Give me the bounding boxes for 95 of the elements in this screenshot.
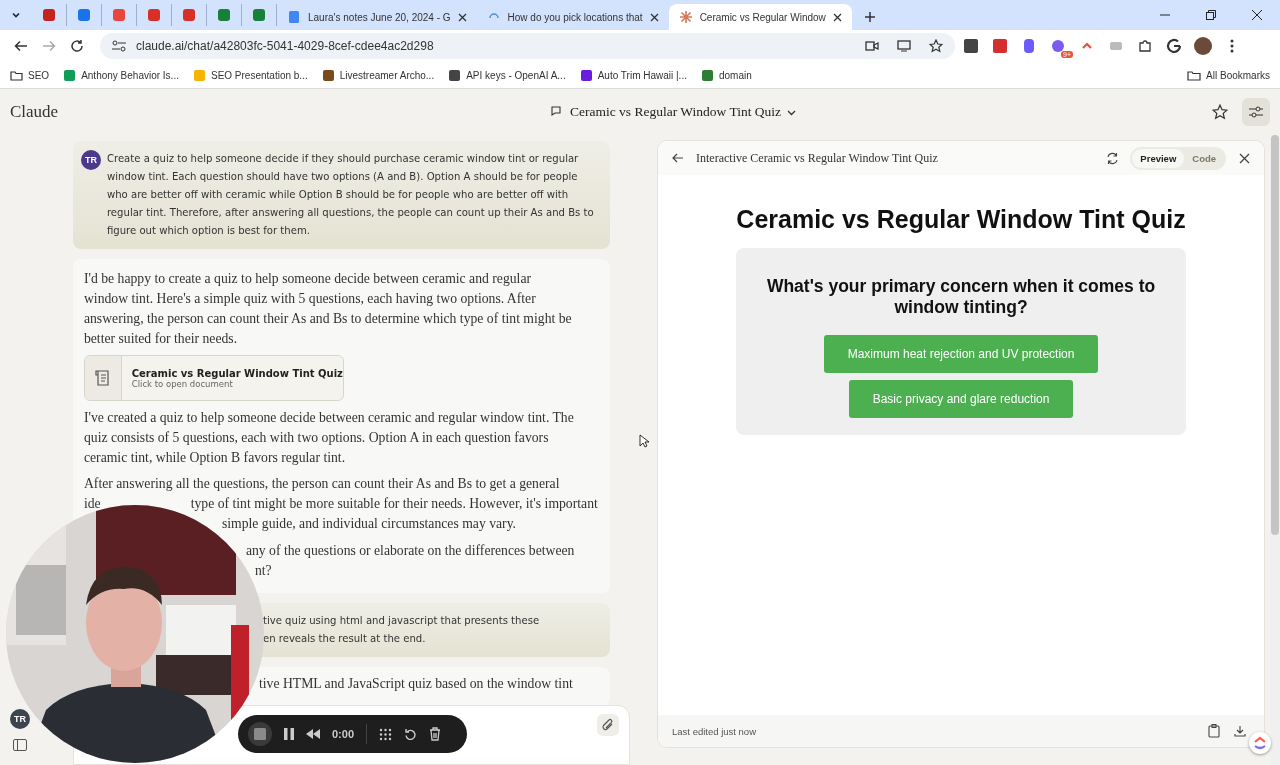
- settings-button[interactable]: [1242, 98, 1270, 126]
- browser-tab[interactable]: How do you pick locations that: [476, 4, 669, 30]
- message-text: en reveals the result at the end.: [262, 632, 427, 646]
- puzzle-icon[interactable]: [1138, 39, 1152, 53]
- view-tab[interactable]: Preview: [1132, 148, 1185, 168]
- browser-tab[interactable]: Laura's notes June 20, 2024 - G: [277, 4, 477, 30]
- favicon-icon: [192, 68, 206, 82]
- attach-button[interactable]: [597, 714, 620, 736]
- close-tab-icon[interactable]: [457, 12, 467, 22]
- favicon-icon: [321, 68, 335, 82]
- browser-tab[interactable]: Ceramic vs Regular Window: [668, 4, 852, 30]
- artifact-title: Interactive Ceramic vs Regular Window Tint Quiz: [696, 150, 938, 166]
- bookmark[interactable]: domain: [700, 68, 752, 82]
- message-text: type of tint might be more suitable for their needs. However, it's important: [190, 495, 598, 513]
- message-text: simple guide, and individual circumstances may vary.: [221, 515, 516, 533]
- favicon-icon: [678, 10, 693, 24]
- message-text: ide: [83, 495, 101, 513]
- message-text: any of the questions or elaborate on the differences between: [245, 542, 575, 560]
- back-icon[interactable]: [14, 39, 28, 53]
- favicon-icon: [63, 68, 77, 82]
- document-icon: [93, 369, 112, 387]
- recording-time: 0:00: [332, 728, 355, 740]
- favicon-icon: [182, 8, 196, 22]
- bookmark-folder[interactable]: All Bookmarks: [1187, 68, 1270, 82]
- floating-app-button[interactable]: [1249, 732, 1271, 754]
- camera-icon[interactable]: [865, 40, 879, 52]
- document-card[interactable]: Ceramic vs Regular Window Tint Quiz Click to open document: [83, 355, 344, 401]
- sidebar-icon[interactable]: [12, 739, 27, 751]
- last-edited-text: Last edited just now: [672, 725, 756, 737]
- favicon-icon: [448, 68, 462, 82]
- install-icon[interactable]: [897, 40, 911, 52]
- folder-icon: [10, 68, 23, 82]
- favicon-icon: [252, 8, 266, 22]
- reload-icon[interactable]: [70, 39, 84, 53]
- profile-avatar[interactable]: [1194, 37, 1212, 55]
- close-tab-icon[interactable]: [832, 12, 842, 22]
- restart-icon[interactable]: [404, 727, 418, 741]
- chat-title-menu[interactable]: Ceramic vs Regular Window Tint Quiz: [550, 104, 797, 120]
- favicon-icon: [77, 8, 91, 22]
- extension-icon[interactable]: [1022, 39, 1036, 53]
- message-text: I've created a quiz to help someone decide between ceramic and regular window tint. The quiz consists of 5 questions, each with two options. Option A in each question favors ceramic tint, while Option B favors regular tint.: [83, 409, 575, 467]
- new-tab-icon[interactable]: [863, 11, 876, 23]
- question-text: What's your primary concern when it comes to window tinting?: [765, 276, 1157, 318]
- user-avatar[interactable]: TR: [9, 709, 30, 729]
- mouse-cursor-icon: [639, 434, 649, 448]
- scrollbar-thumb[interactable]: [1271, 135, 1280, 535]
- favicon-icon: [112, 8, 126, 22]
- message-text: I'd be happy to create a quiz to help someone decide between ceramic and regular window tint. Here's a simple quiz with 5 questions, each having two options. After answering, the person can count their As and Bs to determine which type of tint might be better suited for their needs.: [83, 270, 573, 348]
- bookmark[interactable]: Livestreamer Archo...: [321, 68, 435, 82]
- extension-icon[interactable]: [1051, 39, 1065, 53]
- sliders-icon: [1248, 105, 1264, 119]
- view-tab[interactable]: Code: [1184, 148, 1225, 168]
- close-tab-icon[interactable]: [649, 12, 659, 22]
- message-text: Create a quiz to help someone decide if they should purchase ceramic window tint or regular window tint. Each question should have two options (A and B). Option A should be for people who are better off with ceramic while Option B should be for people who are better off with regular tint. Therefore, after answering all questions, the people can count up their As and Bs to figure out which option is best for them.: [106, 152, 595, 238]
- message-text: tive quiz using html and javascript that presents these: [262, 614, 541, 628]
- star-icon[interactable]: [929, 39, 943, 53]
- quiz-heading: Ceramic vs Regular Window Tint Quiz: [736, 205, 1186, 234]
- back-icon[interactable]: [672, 152, 685, 164]
- document-subtitle: Click to open document: [131, 378, 233, 389]
- message-text: After answering all the questions, the person can count their As and Bs to get a general: [83, 475, 560, 493]
- grid-icon[interactable]: [379, 727, 393, 741]
- user-avatar: TR: [80, 150, 101, 170]
- stop-icon: [254, 728, 266, 740]
- favicon-icon: [700, 68, 714, 82]
- favicon-icon: [287, 10, 301, 24]
- refresh-icon[interactable]: [1105, 151, 1119, 165]
- message-text: nt?: [254, 562, 272, 580]
- bookmark[interactable]: Auto Trim Hawaii |...: [579, 68, 687, 82]
- bookmark[interactable]: Anthony Behavior Is...: [63, 68, 179, 82]
- message-text: tive HTML and JavaScript quiz based on the window tint: [258, 675, 574, 693]
- favicon-icon: [217, 8, 231, 22]
- address-field[interactable]: claude.ai/chat/a42803fc-5041-4029-8cef-cdee4ac2d298: [136, 39, 434, 53]
- close-icon[interactable]: [1252, 10, 1262, 20]
- clipboard-icon[interactable]: [1208, 724, 1221, 738]
- app-logo[interactable]: Claude: [10, 102, 59, 122]
- bookmark[interactable]: API keys - OpenAI A...: [448, 68, 566, 82]
- trash-icon[interactable]: [429, 727, 442, 741]
- favicon-icon: [579, 68, 593, 82]
- bookmark[interactable]: SEO Presentation b...: [192, 68, 308, 82]
- folder-icon: [1187, 68, 1202, 82]
- download-icon[interactable]: [1234, 725, 1247, 737]
- restore-icon[interactable]: [1206, 10, 1216, 20]
- site-settings-icon[interactable]: [112, 40, 126, 52]
- favicon-icon: [147, 8, 161, 22]
- pause-icon[interactable]: [284, 728, 294, 740]
- close-icon[interactable]: [1238, 152, 1250, 164]
- more-icon[interactable]: [1230, 39, 1234, 53]
- star-icon[interactable]: [1212, 104, 1228, 120]
- chat-icon: [550, 105, 564, 119]
- rewind-icon[interactable]: [306, 729, 320, 739]
- g-icon[interactable]: [1166, 38, 1182, 54]
- bookmark[interactable]: SEO: [10, 68, 50, 82]
- stop-button[interactable]: [248, 722, 272, 746]
- document-title: Ceramic vs Regular Window Tint Quiz: [131, 367, 343, 379]
- favicon-icon: [42, 8, 56, 22]
